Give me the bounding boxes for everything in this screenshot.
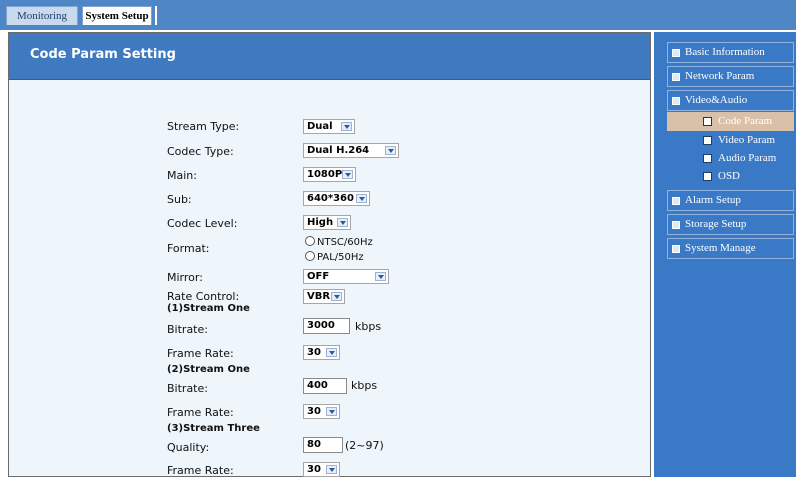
chevron-down-icon	[356, 194, 367, 203]
stream2-frame-rate-label: Frame Rate:	[167, 406, 234, 419]
sidebar-item-label: Alarm Setup	[685, 194, 741, 206]
rate-control-value: VBR	[307, 291, 331, 302]
sidebar-item-alarm-setup[interactable]: Alarm Setup	[667, 190, 794, 211]
stream1-bitrate-label: Bitrate:	[167, 323, 208, 336]
bullet-icon	[672, 197, 680, 205]
checkbox-icon	[703, 117, 712, 126]
codec-level-value: High	[307, 217, 334, 228]
format-pal-radio[interactable]: PAL/50Hz	[305, 251, 364, 263]
format-ntsc-radio[interactable]: NTSC/60Hz	[305, 236, 373, 248]
stream2-bitrate-unit: kbps	[351, 379, 378, 392]
sidebar-item-basic-information[interactable]: Basic Information	[667, 42, 794, 63]
checkbox-icon	[703, 154, 712, 163]
stream3-quality-input[interactable]: 80	[303, 437, 343, 453]
main-resolution-label: Main:	[167, 169, 197, 182]
bullet-icon	[672, 73, 680, 81]
format-pal-label: PAL/50Hz	[317, 252, 364, 263]
panel-header: Code Param Setting	[9, 33, 650, 80]
sub-resolution-select[interactable]: 640*360	[303, 191, 370, 206]
stream1-frame-rate-select[interactable]: 30	[303, 345, 340, 360]
codec-type-select[interactable]: Dual H.264	[303, 143, 399, 158]
chevron-down-icon	[375, 272, 386, 281]
tab-system-setup[interactable]: System Setup	[82, 6, 152, 25]
stream1-frame-rate-label: Frame Rate:	[167, 347, 234, 360]
chevron-down-icon	[326, 407, 337, 416]
sidebar-subitem-osd[interactable]: OSD	[667, 167, 794, 186]
rate-control-label: Rate Control:	[167, 290, 240, 303]
sidebar-item-label: Basic Information	[685, 46, 765, 58]
sidebar-item-video-audio[interactable]: Video&Audio	[667, 90, 794, 111]
stream-type-value: Dual	[307, 121, 333, 132]
settings-sidebar: Basic Information Network Param Video&Au…	[654, 32, 796, 477]
radio-circle-icon	[305, 236, 315, 246]
codec-type-value: Dual H.264	[307, 145, 370, 156]
sidebar-item-label: Video&Audio	[685, 94, 748, 106]
stream1-frame-rate-value: 30	[307, 347, 321, 358]
code-param-panel: Code Param Setting Stream Type: Dual Cod…	[8, 32, 651, 477]
stream3-quality-label: Quality:	[167, 441, 210, 454]
bullet-icon	[672, 245, 680, 253]
codec-level-select[interactable]: High	[303, 215, 351, 230]
checkbox-icon	[703, 172, 712, 181]
mirror-select[interactable]: OFF	[303, 269, 389, 284]
chevron-down-icon	[385, 146, 396, 155]
sidebar-item-label: System Manage	[685, 242, 756, 254]
main-resolution-value: 1080P	[307, 169, 343, 180]
sidebar-subitem-label: Video Param	[718, 134, 776, 146]
chevron-down-icon	[326, 465, 337, 474]
stream3-frame-rate-select[interactable]: 30	[303, 462, 340, 477]
stream-one-heading: (1)Stream One	[167, 303, 250, 314]
sidebar-subitem-video-param[interactable]: Video Param	[667, 131, 794, 150]
stream3-frame-rate-value: 30	[307, 464, 321, 475]
page-title: Code Param Setting	[30, 47, 176, 62]
codec-type-label: Codec Type:	[167, 145, 234, 158]
sidebar-subitem-label: Code Param	[718, 115, 773, 127]
sidebar-item-label: Network Param	[685, 70, 755, 82]
stream-two-heading: (2)Stream One	[167, 364, 250, 375]
stream2-frame-rate-select[interactable]: 30	[303, 404, 340, 419]
chevron-down-icon	[331, 292, 342, 301]
top-tab-bar: Monitoring System Setup	[0, 0, 796, 30]
sidebar-subitem-audio-param[interactable]: Audio Param	[667, 149, 794, 168]
rate-control-select[interactable]: VBR	[303, 289, 345, 304]
stream1-bitrate-unit: kbps	[355, 320, 382, 333]
mirror-value: OFF	[307, 271, 330, 282]
tab-monitoring[interactable]: Monitoring	[6, 6, 78, 25]
chevron-down-icon	[326, 348, 337, 357]
chevron-down-icon	[342, 170, 353, 179]
main-resolution-select[interactable]: 1080P	[303, 167, 356, 182]
sidebar-subitem-label: OSD	[718, 170, 741, 182]
bullet-icon	[672, 49, 680, 57]
format-label: Format:	[167, 242, 210, 255]
stream-type-select[interactable]: Dual	[303, 119, 355, 134]
sub-resolution-label: Sub:	[167, 193, 192, 206]
bullet-icon	[672, 97, 680, 105]
stream3-frame-rate-label: Frame Rate:	[167, 464, 234, 477]
format-ntsc-label: NTSC/60Hz	[317, 237, 373, 248]
sub-resolution-value: 640*360	[307, 193, 354, 204]
sidebar-subitem-code-param[interactable]: Code Param	[667, 112, 794, 131]
stream3-quality-range: (2~97)	[345, 439, 384, 452]
chevron-down-icon	[337, 218, 348, 227]
codec-level-label: Codec Level:	[167, 217, 238, 230]
sidebar-item-network-param[interactable]: Network Param	[667, 66, 794, 87]
stream2-bitrate-input[interactable]: 400	[303, 378, 347, 394]
checkbox-icon	[703, 136, 712, 145]
stream1-bitrate-input[interactable]: 3000	[303, 318, 350, 334]
stream2-bitrate-label: Bitrate:	[167, 382, 208, 395]
stream2-frame-rate-value: 30	[307, 406, 321, 417]
sidebar-subitem-label: Audio Param	[718, 152, 777, 164]
sidebar-item-system-manage[interactable]: System Manage	[667, 238, 794, 259]
bullet-icon	[672, 221, 680, 229]
stream-three-heading: (3)Stream Three	[167, 423, 260, 434]
sidebar-item-label: Storage Setup	[685, 218, 747, 230]
stream-type-label: Stream Type:	[167, 120, 240, 133]
mirror-label: Mirror:	[167, 271, 203, 284]
chevron-down-icon	[341, 122, 352, 131]
sidebar-item-storage-setup[interactable]: Storage Setup	[667, 214, 794, 235]
radio-circle-icon	[305, 251, 315, 261]
tab-divider	[155, 6, 157, 25]
